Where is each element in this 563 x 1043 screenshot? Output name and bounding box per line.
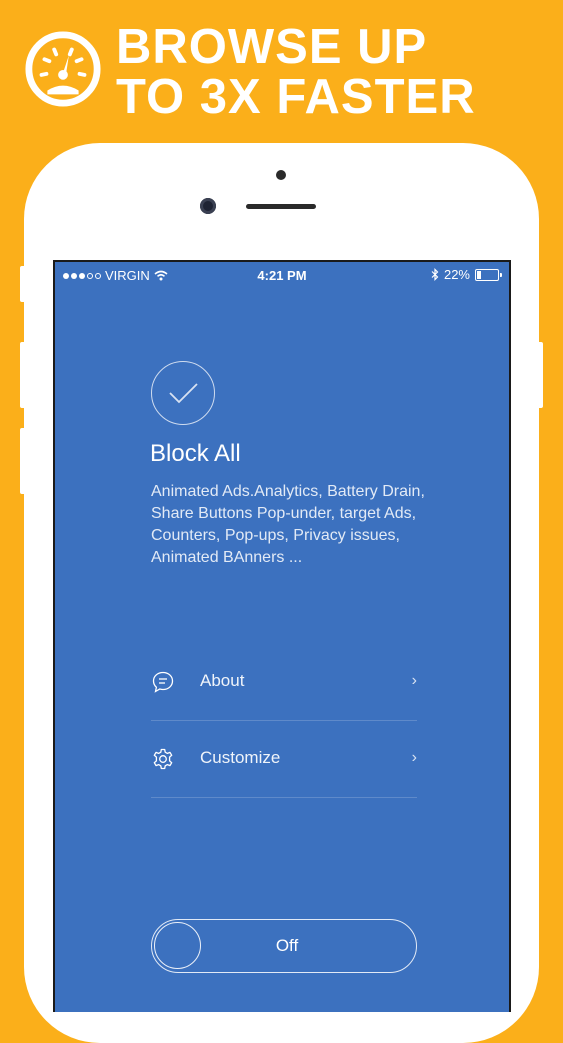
page-title: Block All — [150, 440, 241, 467]
check-circle-icon — [151, 361, 215, 425]
chevron-right-icon: › — [411, 749, 417, 766]
front-sensor — [276, 170, 286, 180]
status-bar: VIRGIN 4:21 PM 22% — [55, 262, 509, 288]
menu-item-label: About — [200, 671, 245, 690]
headline-line-1: BROWSE UP — [116, 20, 428, 74]
gear-icon — [153, 748, 173, 770]
headline-line-2: TO 3X FASTER — [116, 70, 476, 124]
blocked-items-description: Animated Ads.Analytics, Battery Drain, S… — [151, 483, 425, 566]
front-camera — [200, 198, 216, 214]
phone-volume-down — [20, 428, 26, 494]
menu-item-about[interactable]: About › — [151, 644, 417, 721]
headline-text: BROWSE UP TO 3X FASTER — [116, 22, 476, 122]
battery-percent: 22% — [443, 267, 470, 282]
bluetooth-icon — [431, 268, 439, 281]
phone-mute-switch — [20, 266, 26, 302]
chat-bubble-icon — [152, 671, 174, 693]
chevron-right-icon: › — [411, 672, 417, 689]
battery-fill — [477, 270, 481, 279]
status-right: 22% — [431, 267, 502, 282]
toggle-label: Off — [275, 936, 299, 955]
phone-volume-up — [20, 342, 26, 408]
earpiece-speaker — [246, 204, 316, 209]
block-toggle[interactable]: Off — [151, 919, 417, 973]
speedometer-icon — [25, 31, 101, 107]
battery-icon — [475, 268, 502, 281]
headline-banner: BROWSE UP TO 3X FASTER — [24, 22, 544, 132]
menu-item-customize[interactable]: Customize › — [151, 721, 417, 798]
menu-item-label: Customize — [200, 748, 281, 767]
app-screen: VIRGIN 4:21 PM 22% Block All Animated Ad… — [53, 260, 511, 1012]
phone-power-button — [537, 342, 543, 408]
